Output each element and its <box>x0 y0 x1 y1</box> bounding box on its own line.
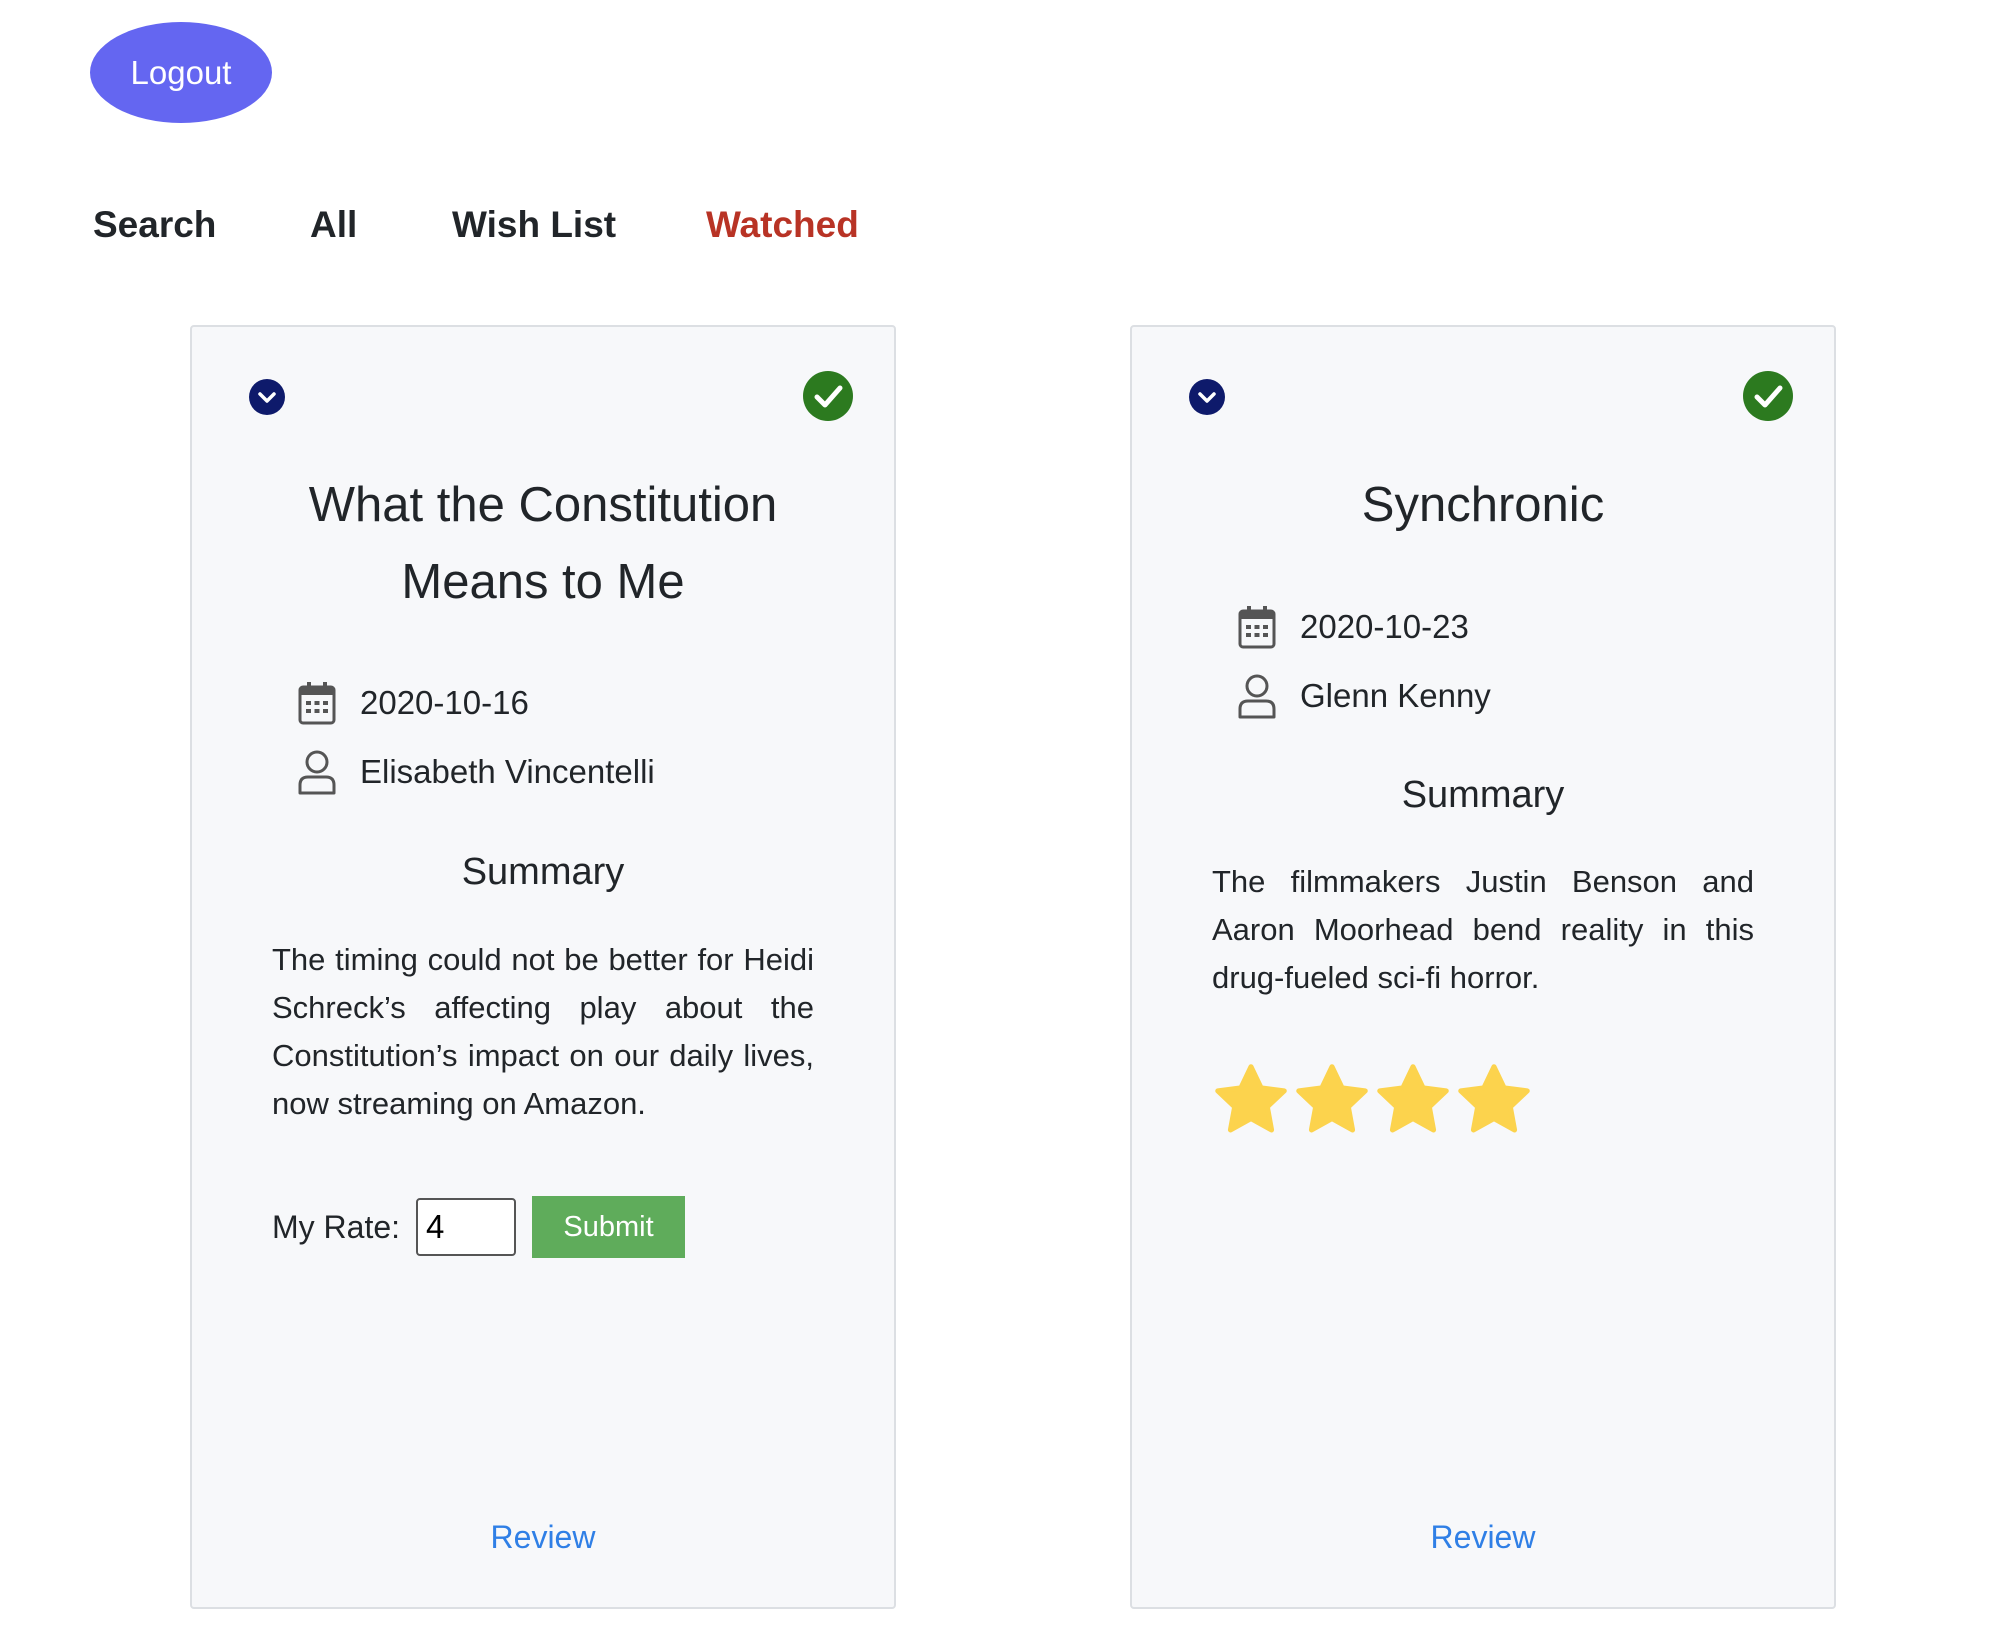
rate-input[interactable] <box>416 1198 517 1256</box>
check-circle-icon[interactable] <box>1743 371 1793 421</box>
nav-wish-list[interactable]: Wish List <box>452 204 616 246</box>
movie-title: What the Constitution Means to Me <box>252 467 834 621</box>
star-icon <box>1215 1064 1287 1133</box>
author-name: Glenn Kenny <box>1300 677 1491 714</box>
star-icon <box>1458 1064 1530 1133</box>
submit-button[interactable]: Submit <box>532 1196 686 1258</box>
rate-row: My Rate: Submit <box>272 1196 686 1258</box>
release-date: 2020-10-23 <box>1300 608 1469 645</box>
movie-title: Synchronic <box>1192 467 1774 544</box>
logout-button[interactable]: Logout <box>90 22 272 123</box>
chevron-down-icon[interactable] <box>249 379 285 415</box>
summary-text: The timing could not be better for Heidi… <box>272 942 814 1121</box>
review-link[interactable]: Review <box>1132 1519 1834 1556</box>
star-rating <box>1212 1061 1536 1139</box>
star-icon <box>1377 1064 1449 1133</box>
star-icon <box>1296 1064 1368 1133</box>
check-circle-icon[interactable] <box>803 371 853 421</box>
summary-heading: Summary <box>1401 774 1565 816</box>
chevron-down-icon[interactable] <box>1189 379 1225 415</box>
release-date-row: 2020-10-23 <box>1236 603 1469 651</box>
nav-search[interactable]: Search <box>93 204 216 246</box>
author-name: Elisabeth Vincentelli <box>360 753 655 790</box>
rate-label: My Rate: <box>272 1208 401 1245</box>
movie-card: Synchronic 2020-10-23 Glenn Kenny Summar… <box>1130 325 1836 1609</box>
movie-card: What the Constitution Means to Me 2020-1… <box>190 325 896 1609</box>
user-icon <box>1236 672 1278 720</box>
summary-text: The filmmakers Justin Benson and Aaron M… <box>1212 864 1754 995</box>
movie-title-line: Synchronic <box>1361 478 1605 532</box>
calendar-icon <box>296 679 338 727</box>
nav-all[interactable]: All <box>310 204 357 246</box>
release-date: 2020-10-16 <box>360 684 529 721</box>
author-row: Elisabeth Vincentelli <box>296 748 655 796</box>
release-date-row: 2020-10-16 <box>296 679 529 727</box>
nav-watched[interactable]: Watched <box>706 204 859 246</box>
user-icon <box>296 748 338 796</box>
summary-heading: Summary <box>461 851 625 893</box>
calendar-icon <box>1236 603 1278 651</box>
movie-title-line: What the Constitution <box>308 478 778 532</box>
movie-title-line: Means to Me <box>401 555 685 609</box>
author-row: Glenn Kenny <box>1236 672 1491 720</box>
review-link[interactable]: Review <box>192 1519 894 1556</box>
